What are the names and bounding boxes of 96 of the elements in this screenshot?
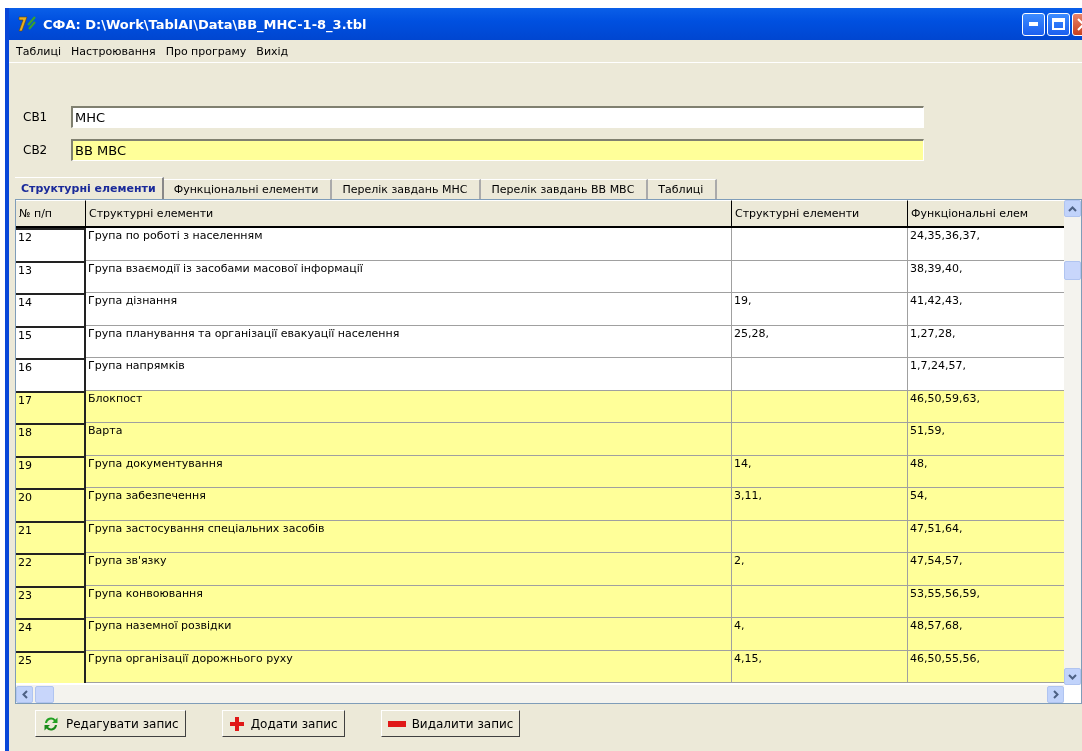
table-cell: 15 — [18, 328, 32, 342]
field-label: СВ1 — [22, 109, 49, 124]
table-cell: 23 — [18, 588, 32, 602]
table-cell: 1,27,28, — [910, 326, 956, 340]
menu-item[interactable]: Вихід — [251, 42, 294, 60]
menu-item[interactable]: Про програму — [160, 42, 252, 60]
table-cell: 54, — [910, 489, 928, 502]
tab[interactable]: Таблиці — [648, 179, 718, 199]
table-cell: 2, — [734, 554, 745, 567]
table-cell: Група напрямків — [88, 359, 185, 372]
field-label: СВ2 — [22, 142, 49, 157]
maximize-button[interactable] — [1047, 12, 1070, 36]
table-cell: 25,28, — [734, 326, 769, 340]
tab[interactable]: Перелік завдань МНС — [332, 179, 482, 199]
table-cell: Варта — [88, 424, 123, 437]
table-cell: Група конвоювання — [88, 586, 203, 600]
table-cell: 47,51,64, — [910, 521, 963, 535]
table-cell: Група зв'язку — [88, 554, 167, 567]
table-cell: Група організації дорожнього руху — [88, 651, 293, 665]
table-cell: Група забезпечення — [88, 489, 206, 502]
maximize-icon — [1052, 18, 1065, 30]
table-cell: 16 — [18, 361, 32, 374]
menu-item[interactable]: Настроювання — [65, 42, 161, 60]
column-header[interactable]: № п/п — [16, 200, 86, 228]
table-cell: Група по роботі з населенням — [88, 229, 263, 242]
table-cell: 14, — [734, 456, 752, 470]
scroll-down-button[interactable] — [1064, 668, 1081, 685]
table-cell: Група документування — [88, 456, 223, 470]
table-cell: 48, — [910, 456, 928, 470]
table-cell: 53,55,56,59, — [910, 586, 980, 600]
chevron-up-icon — [1068, 205, 1077, 212]
table-cell: 4, — [734, 619, 745, 632]
table-cell: 46,50,59,63, — [910, 391, 980, 405]
minus-icon — [387, 720, 406, 727]
scrollbar-thumb[interactable] — [35, 685, 54, 703]
minimize-icon — [1029, 22, 1038, 26]
minimize-button[interactable] — [1022, 12, 1045, 36]
column-header[interactable]: Структурні елементи — [732, 200, 908, 228]
table-cell: 1,7,24,57, — [910, 359, 966, 372]
table-cell: 47,54,57, — [910, 554, 963, 567]
table-cell: Група дізнання — [88, 294, 178, 307]
chevron-left-icon — [21, 689, 28, 699]
table-cell: 19 — [18, 458, 32, 472]
chevron-right-icon — [1052, 689, 1059, 699]
scrollbar-thumb[interactable] — [1064, 261, 1081, 280]
window-title: СФА: D:\Work\TablAI\Data\BB_MHC-1-8_3.tbl — [43, 16, 368, 32]
table-cell: Група наземної розвідки — [88, 619, 232, 632]
column-header[interactable]: Структурні елементи — [86, 200, 732, 228]
table-cell: 17 — [18, 393, 32, 407]
scroll-up-button[interactable] — [1064, 200, 1081, 217]
chevron-down-icon — [1068, 673, 1077, 680]
refresh-icon — [42, 715, 60, 732]
table-row[interactable]: 22 Група зв'язку 2, 47,54,57, — [16, 553, 1064, 586]
button[interactable]: Редагувати запис — [35, 710, 186, 737]
table-cell: Група взаємодії із засобами масової інформації — [88, 261, 363, 275]
table-cell: 19, — [734, 294, 752, 307]
tab[interactable]: Функціональні елементи — [163, 179, 333, 199]
table-cell: Група застосування спеціальних засобів — [88, 521, 325, 535]
table-cell: 41,42,43, — [910, 294, 963, 307]
table-row[interactable]: 23 Група конвоювання 53,55,56,59, — [16, 585, 1064, 618]
button[interactable]: Видалити запис — [380, 710, 521, 737]
table-cell: 18 — [18, 426, 32, 439]
table-cell: 21 — [18, 523, 32, 537]
input-field[interactable]: МНС — [71, 105, 924, 128]
table-cell: 25 — [18, 653, 32, 667]
table-cell: Блокпост — [88, 391, 143, 405]
input-field[interactable]: ВВ МВС — [71, 138, 924, 161]
table-cell: Група планування та організації евакуації населення — [88, 326, 400, 340]
app-logo-icon — [17, 15, 37, 33]
table-row[interactable]: 25 Група організації дорожнього руху 4,15, 46,50,55,56, — [16, 650, 1064, 683]
table-cell: 22 — [18, 556, 32, 569]
table-cell: 24,35,36,37, — [910, 229, 980, 242]
table-row[interactable]: 19 Група документування 14, 48, — [16, 455, 1064, 488]
menu-item[interactable]: Таблиці — [11, 42, 66, 60]
table-row[interactable]: 17 Блокпост 46,50,59,63, — [16, 390, 1064, 423]
table-cell: 4,15, — [734, 651, 762, 665]
table-row[interactable]: 21 Група застосування спеціальних засобів 47,51,64, — [16, 520, 1064, 553]
table-cell: 24 — [18, 621, 32, 634]
table-cell: 20 — [18, 491, 32, 504]
table-cell: 12 — [18, 231, 32, 244]
table-cell: 38,39,40, — [910, 261, 963, 275]
table-cell: 46,50,55,56, — [910, 651, 980, 665]
plus-icon — [228, 715, 245, 732]
button[interactable]: Додати запис — [221, 710, 345, 737]
table-row[interactable]: 20 Група забезпечення 3,11, 54, — [16, 488, 1064, 521]
table-cell: 14 — [18, 296, 32, 309]
scroll-right-button[interactable] — [1047, 685, 1064, 703]
table-cell: 48,57,68, — [910, 619, 963, 632]
scroll-left-button[interactable] — [16, 685, 33, 703]
tab[interactable]: Структурні елементи — [15, 177, 164, 199]
table-cell: 51,59, — [910, 424, 945, 437]
table-row[interactable]: 18 Варта 51,59, — [16, 423, 1064, 456]
table-row[interactable]: 24 Група наземної розвідки 4, 48,57,68, — [16, 618, 1064, 651]
table-cell: 13 — [18, 263, 32, 277]
tab[interactable]: Перелік завдань ВВ МВС — [481, 179, 649, 199]
table-cell: 3,11, — [734, 489, 762, 502]
